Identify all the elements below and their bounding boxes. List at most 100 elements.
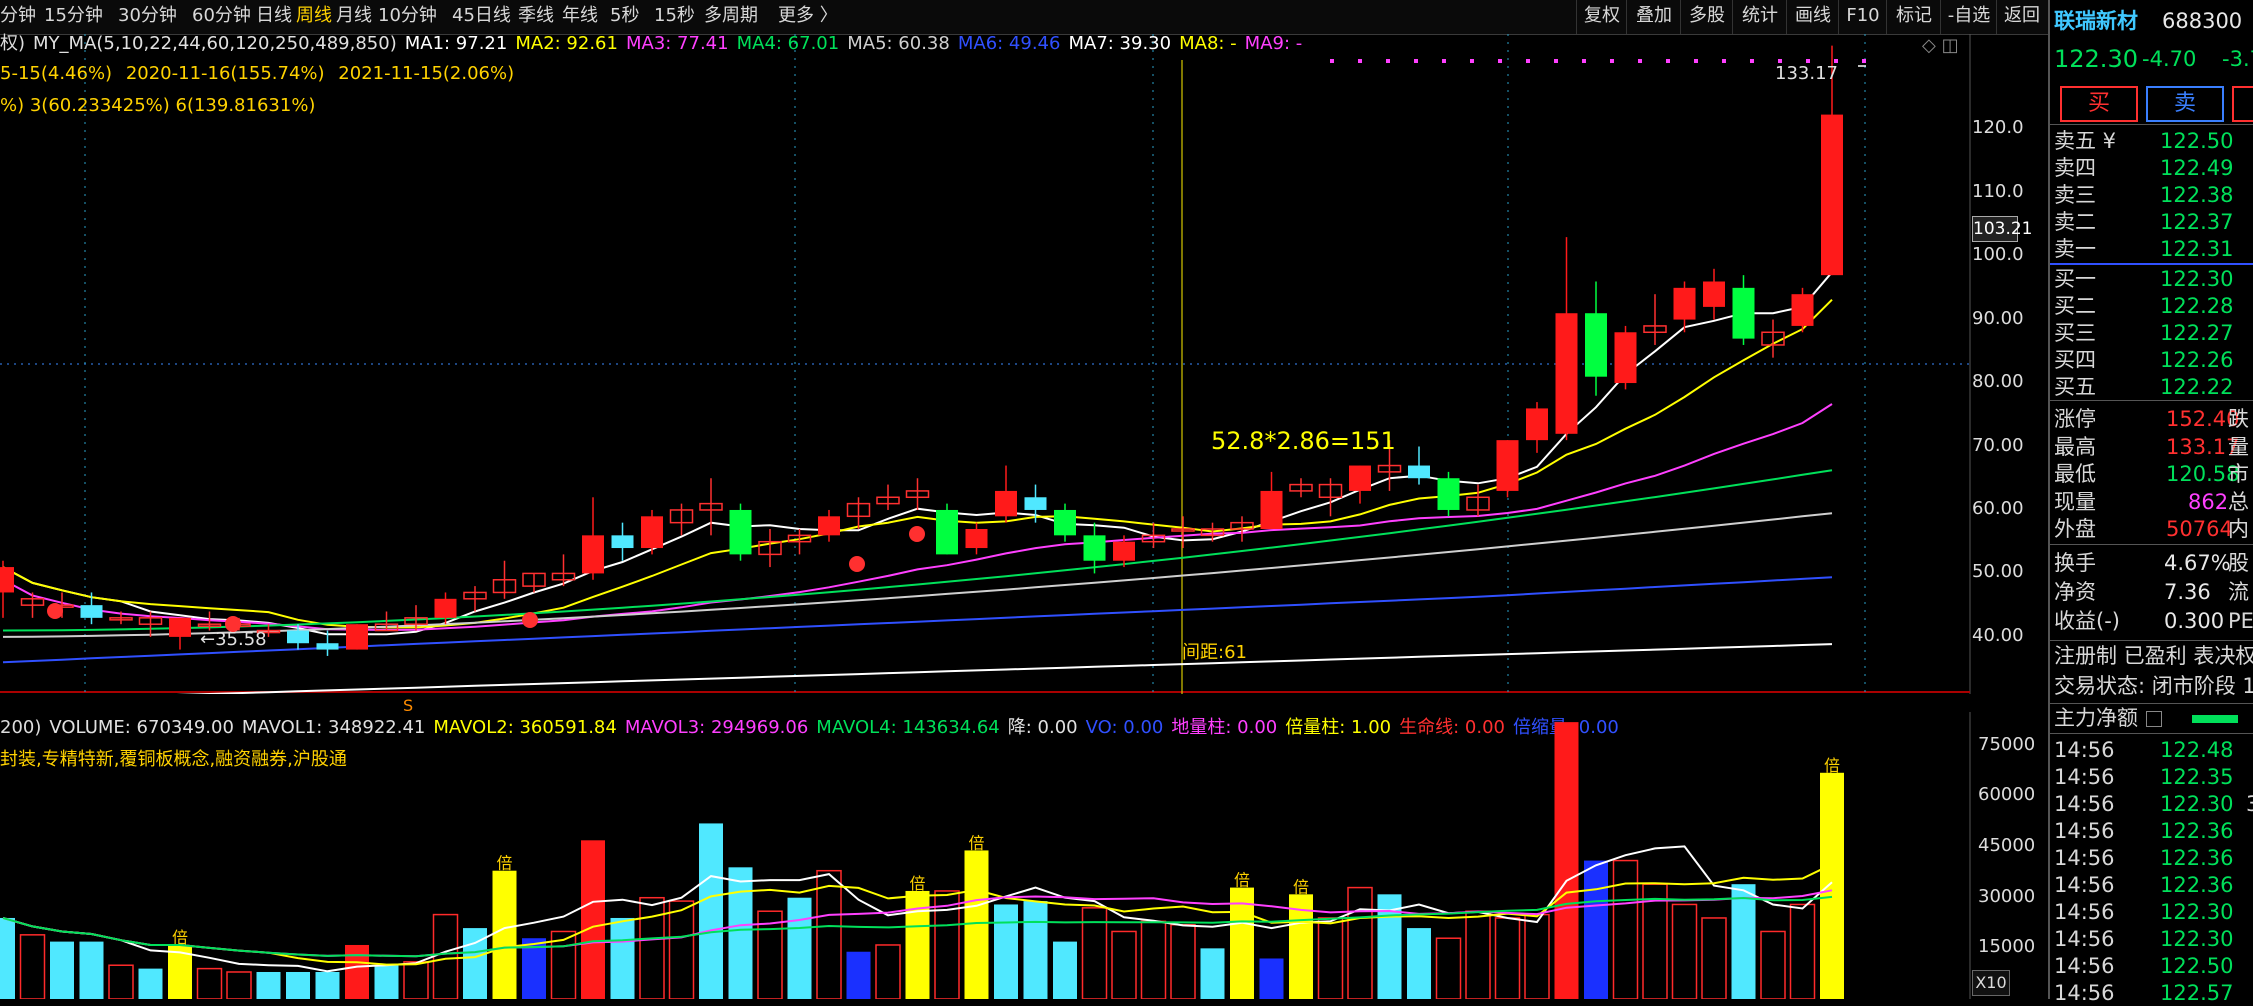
tick-price: 122.36	[2160, 846, 2234, 870]
tick-row[interactable]: 14:56 122.48	[2050, 737, 2253, 763]
toolbar-button[interactable]: 统计	[1732, 0, 1787, 34]
quote-row[interactable]: 最低 120.58 市	[2050, 461, 2253, 487]
volume-chart[interactable]: 倍倍倍倍倍 倍倍	[0, 712, 2040, 999]
ask-row[interactable]: 卖四 122.49	[2050, 155, 2253, 181]
top-marker-dot	[1498, 59, 1502, 63]
tick-row[interactable]: 14:56 122.36	[2050, 845, 2253, 871]
timeframe-tab[interactable]: 45日线	[452, 0, 511, 34]
candle-body	[1408, 465, 1430, 479]
quote-label: 最高	[2054, 434, 2096, 459]
toolbar-button[interactable]: 返回	[1996, 0, 2047, 34]
trade-status: 交易状态: 闭市阶段 15	[2054, 674, 2253, 698]
price-change-pct: -3.70	[2222, 47, 2253, 71]
toolbar-button[interactable]: 画线	[1786, 0, 1839, 34]
timeframe-tab[interactable]: 15秒	[654, 0, 695, 34]
top-marker-dot	[1358, 59, 1362, 63]
timeframe-tab[interactable]: 15分钟	[44, 0, 103, 34]
buy-button[interactable]: 买	[2060, 86, 2138, 122]
low-mark-label: ←35.58	[200, 629, 267, 650]
candle	[1230, 516, 1254, 542]
tick-row[interactable]: 14:56 122.30 3	[2050, 791, 2253, 817]
stat-right-label: 股	[2228, 551, 2249, 575]
ask-row[interactable]: 卖五 ¥ 122.50	[2050, 128, 2253, 154]
volume-bar	[50, 941, 74, 999]
tick-row[interactable]: 14:56 122.30	[2050, 899, 2253, 925]
top-marker-dot	[1722, 59, 1726, 63]
candle-body	[1083, 535, 1106, 561]
bei-label: 倍	[497, 854, 513, 873]
sell-button[interactable]: 卖	[2146, 86, 2224, 122]
toolbar-button[interactable]: 标记	[1886, 0, 1941, 34]
stat-row[interactable]: 收益(-) 0.300 PE	[2050, 608, 2253, 634]
tick-row[interactable]: 14:56 122.57	[2050, 980, 2253, 1006]
candle	[1614, 325, 1637, 390]
tick-row[interactable]: 14:56 122.30	[2050, 926, 2253, 952]
toolbar-button[interactable]: F10	[1838, 0, 1887, 34]
bid-row[interactable]: 买五 122.22	[2050, 374, 2253, 400]
tick-row[interactable]: 14:56 122.35	[2050, 764, 2253, 790]
quote-right-label: 内	[2228, 517, 2249, 541]
toolbar-button[interactable]: 复权	[1576, 0, 1627, 34]
timeframe-tab[interactable]: 分钟	[0, 0, 36, 34]
timeframe-tab[interactable]: 10分钟	[378, 0, 437, 34]
bid-label: 买一	[2054, 267, 2096, 291]
toolbar-button[interactable]: 叠加	[1626, 0, 1681, 34]
volume-bar	[315, 971, 340, 999]
ask-row[interactable]: 卖三 122.38	[2050, 182, 2253, 208]
price-axis-label: 60.00	[1972, 497, 2024, 519]
ask-row[interactable]: 卖一 122.31	[2050, 236, 2253, 262]
tick-time: 14:56	[2054, 819, 2115, 843]
tick-row[interactable]: 14:56 122.36	[2050, 872, 2253, 898]
timeframe-tab[interactable]: 30分钟	[118, 0, 177, 34]
candlestick-chart[interactable]	[0, 34, 2040, 694]
bid-row[interactable]: 买二 122.28	[2050, 293, 2253, 319]
timeframe-tab[interactable]: 周线	[296, 0, 332, 34]
stock-name[interactable]: 联瑞新材	[2054, 6, 2138, 36]
r-marker-icon	[849, 556, 865, 572]
timeframe-tab[interactable]: 更多 〉	[778, 0, 838, 34]
candle-body	[1555, 313, 1578, 434]
timeframe-tab[interactable]: 5秒	[610, 0, 639, 34]
bid-row[interactable]: 买四 122.26	[2050, 347, 2253, 373]
bid-row[interactable]: 买一 122.30	[2050, 266, 2253, 292]
tick-row[interactable]: 14:56 122.50	[2050, 953, 2253, 979]
timeframe-tab[interactable]: 60分钟	[192, 0, 251, 34]
stat-row[interactable]: 净资 7.36 流	[2050, 579, 2253, 605]
volume-multiplier[interactable]: X10	[1972, 970, 2010, 996]
timeframe-tab[interactable]: 季线	[518, 0, 554, 34]
timeframe-tab[interactable]: 多周期	[704, 0, 758, 34]
timeframe-tab[interactable]: 月线	[336, 0, 372, 34]
candle	[582, 497, 604, 580]
ask-label: 卖三	[2054, 183, 2096, 207]
candle-body	[1703, 281, 1725, 307]
bid-row[interactable]: 买三 122.27	[2050, 320, 2253, 346]
flow-menu-icon[interactable]	[2146, 711, 2162, 727]
candle-body	[1614, 332, 1637, 384]
candle	[80, 592, 103, 625]
toolbar-button[interactable]: -自选	[1940, 0, 1997, 34]
candle	[492, 560, 517, 599]
stat-row[interactable]: 换手 4.67% 股	[2050, 550, 2253, 576]
tick-price: 122.36	[2160, 873, 2234, 897]
quote-row[interactable]: 外盘 50764 内	[2050, 516, 2253, 542]
quote-row[interactable]: 现量 862 总	[2050, 489, 2253, 515]
stat-label: 换手	[2054, 551, 2096, 575]
tick-row[interactable]: 14:56 122.36	[2050, 818, 2253, 844]
tick-time: 14:56	[2054, 765, 2115, 789]
quote-row[interactable]: 最高 133.17 量	[2050, 434, 2253, 460]
quote-label: 涨停	[2054, 407, 2096, 431]
more-button[interactable]	[2232, 86, 2253, 122]
timeframe-tab[interactable]: 日线	[256, 0, 292, 34]
timeframe-tab[interactable]: 年线	[562, 0, 598, 34]
candle	[0, 560, 14, 618]
bid-price: 122.27	[2160, 321, 2234, 345]
ask-row[interactable]: 卖二 122.37	[2050, 209, 2253, 235]
candle-body	[1496, 440, 1519, 491]
candle-body	[1732, 287, 1755, 339]
quote-row[interactable]: 涨停 152.40 跌	[2050, 406, 2253, 432]
toolbar-button[interactable]: 多股	[1680, 0, 1733, 34]
volume-bar	[1347, 886, 1373, 999]
candle	[1171, 516, 1195, 549]
price-axis-label: 40.00	[1972, 624, 2024, 646]
volume-bar	[19, 934, 46, 999]
